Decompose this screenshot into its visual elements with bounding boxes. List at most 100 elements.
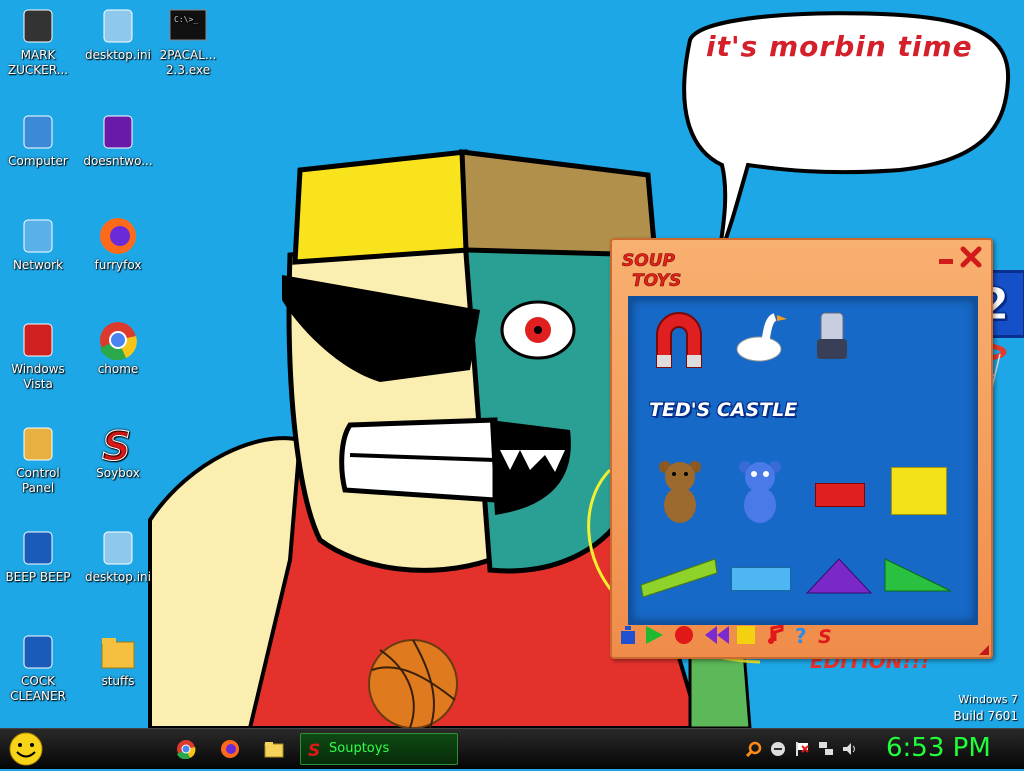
red-block-toy[interactable] [815, 483, 865, 507]
taskbar-task-souptoys[interactable]: S Souptoys [300, 733, 458, 765]
blue-document-icon [18, 632, 58, 672]
desktop-icon-label: furryfox [94, 258, 142, 272]
desktop-icon[interactable]: desktop.ini [80, 528, 156, 585]
level-label: TED'S CASTLE [649, 399, 798, 421]
blue-bear-toy[interactable] [737, 459, 783, 525]
firefox-icon [221, 740, 239, 758]
desktop-icon-label: Network [12, 258, 64, 272]
windows-watermark: Windows 7 Build 7601 [954, 692, 1018, 724]
blue-document-icon [18, 528, 58, 568]
desktop-icon[interactable]: desktop.ini [80, 6, 156, 63]
firefox-icon [98, 216, 138, 256]
desktop-icon[interactable]: chome [80, 320, 156, 377]
minimize-button[interactable] [938, 250, 954, 266]
settings-file-icon [98, 528, 138, 568]
svg-text:S: S [308, 741, 320, 758]
tray-status[interactable] [770, 741, 786, 757]
desktop-icon-label: desktop.ini [85, 570, 151, 584]
yellow-block-toy[interactable] [891, 467, 947, 515]
blue-block-toy[interactable] [731, 567, 791, 591]
tray-volume[interactable] [842, 741, 858, 757]
person-icon [18, 6, 58, 46]
record-icon [675, 626, 693, 644]
desktop-icon[interactable]: Control Panel [0, 424, 76, 496]
rewind-button[interactable] [704, 625, 730, 645]
svg-text:S: S [102, 424, 131, 464]
recycle-bin-icon [18, 320, 58, 360]
control-panel-icon [18, 424, 58, 464]
robot-toy[interactable] [811, 309, 855, 365]
desktop-icon-label: doesntwo... [83, 154, 153, 168]
soup-button[interactable]: S [816, 625, 836, 648]
volume-icon [843, 743, 855, 755]
taskbar-chrome[interactable] [176, 739, 196, 760]
teddy-bear-toy[interactable] [657, 459, 703, 525]
computer-icon [18, 112, 58, 152]
watermark-line2: Build 7601 [953, 709, 1018, 723]
help-icon: ? [795, 624, 807, 648]
info-icon [621, 626, 635, 644]
desktop-icon-label: 2PACAL... 2.3.exe [159, 48, 217, 77]
search-icon [745, 741, 762, 758]
desktop-icon[interactable]: C:\>_ 2PACAL... 2.3.exe [150, 6, 226, 78]
svg-text:C:\>_: C:\>_ [174, 15, 198, 24]
souptoys-logo: SOUP TOYS [622, 251, 682, 292]
green-triangle-toy[interactable] [881, 555, 953, 595]
desktop-icon[interactable]: MARK ZUCKER... [0, 6, 76, 78]
smiley-start-icon [9, 732, 43, 766]
taskbar-explorer[interactable] [264, 739, 284, 759]
desktop-icon[interactable]: COCK CLEANER [0, 632, 76, 704]
watermark-line1: Windows 7 [958, 693, 1018, 706]
desktop-icon[interactable]: BEEP BEEP [0, 528, 76, 585]
goose-toy[interactable] [731, 309, 787, 365]
toy-play-area[interactable]: TED'S CASTLE [628, 296, 978, 625]
desktop-icon-label: chome [97, 362, 139, 376]
music-button[interactable] [766, 624, 786, 645]
desktop-icon[interactable]: Computer [0, 112, 76, 169]
tray-search[interactable] [745, 741, 762, 758]
desktop-icon[interactable]: Windows Vista [0, 320, 76, 392]
flag-icon [796, 742, 809, 756]
magnet-toy[interactable] [651, 307, 707, 369]
close-icon [960, 246, 982, 268]
console-app-icon: C:\>_ [168, 6, 208, 46]
desktop-icon[interactable]: doesntwo... [80, 112, 156, 169]
taskbar-clock[interactable]: 6:53 PM [886, 733, 991, 763]
chrome-icon [177, 740, 196, 760]
taskbar-firefox[interactable] [220, 739, 240, 759]
desktop-icon-label: Computer [8, 154, 68, 168]
close-button[interactable] [960, 246, 982, 268]
speech-bubble-text: it's morbin time [706, 30, 973, 63]
svg-text:?: ? [795, 625, 807, 645]
desktop-icon-label: COCK CLEANER [10, 674, 66, 703]
taskbar: S Souptoys 6:53 PM [0, 728, 1024, 769]
stop-button[interactable] [736, 625, 756, 645]
help-button[interactable]: ? [792, 624, 812, 648]
network-icon [819, 742, 833, 755]
desktop-icon[interactable]: stuffs [80, 632, 156, 689]
record-button[interactable] [674, 625, 694, 645]
desktop-icon[interactable]: Network [0, 216, 76, 273]
stop-icon [737, 626, 755, 644]
purple-triangle-toy[interactable] [805, 555, 873, 595]
svg-text:TOYS: TOYS [632, 271, 681, 291]
green-plank-toy[interactable] [639, 549, 719, 597]
resize-grip-icon[interactable] [979, 645, 989, 655]
info-button[interactable] [618, 625, 638, 645]
minimize-icon [939, 259, 953, 264]
desktop-icon-label: MARK ZUCKER... [7, 48, 69, 77]
souptoys-window[interactable]: SOUP TOYS TED'S CASTLE ? S [610, 238, 993, 659]
tray-action-center[interactable] [794, 741, 810, 757]
play-button[interactable] [644, 625, 664, 645]
svg-text:S: S [818, 626, 832, 645]
desktop-icon[interactable]: S Soybox [80, 424, 156, 481]
task-label: Souptoys [329, 741, 390, 756]
svg-text:SOUP: SOUP [622, 251, 675, 271]
soup-icon: S [818, 626, 832, 648]
soupbox-icon: S [98, 424, 138, 471]
yahoo-messenger-icon [98, 112, 138, 152]
start-button[interactable] [6, 731, 46, 767]
tray-network[interactable] [818, 741, 834, 757]
desktop-icon[interactable]: furryfox [80, 216, 156, 273]
music-icon [768, 624, 784, 644]
